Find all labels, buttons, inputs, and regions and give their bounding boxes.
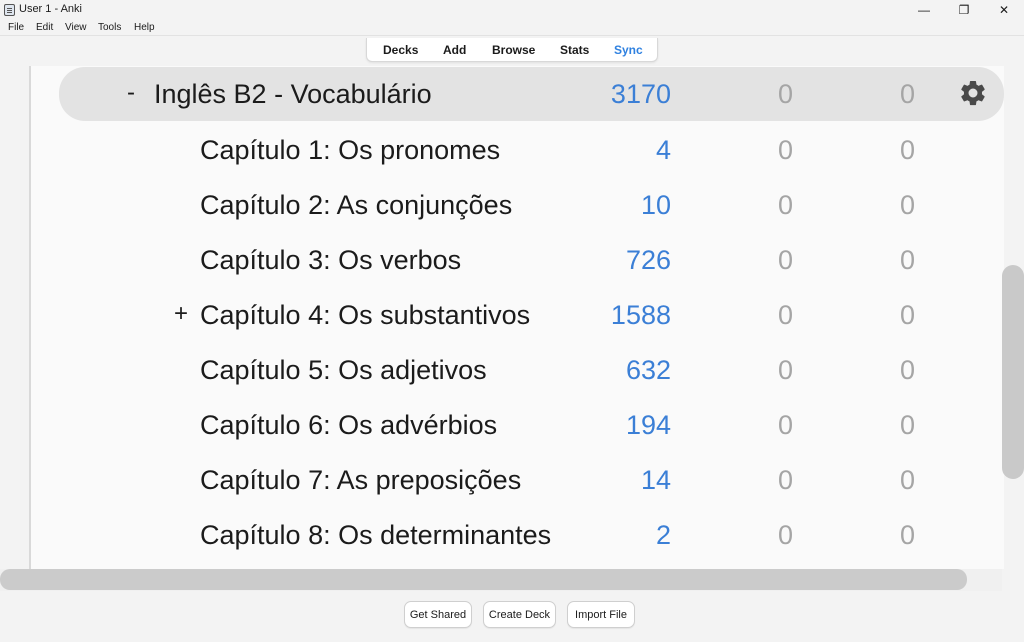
menu-bar: File Edit View Tools Help [0,20,1024,36]
anki-app-icon [4,4,15,16]
deck-name[interactable]: Inglês B2 - Vocabulário [154,79,432,110]
expand-toggle[interactable]: + [174,300,188,328]
deck-due-count: 0 [899,355,915,385]
deck-name[interactable]: Capítulo 8: Os determinantes [200,520,551,551]
window-title: User 1 - Anki [19,3,82,15]
gear-icon[interactable] [958,78,988,108]
collapse-toggle[interactable]: - [127,79,135,107]
create-deck-button[interactable]: Create Deck [483,601,556,628]
deck-learn-count: 0 [777,300,793,330]
deck-row[interactable]: Capítulo 1: Os pronomes 4 0 0 [31,123,1004,178]
deck-due-count: 0 [899,300,915,330]
deck-name[interactable]: Capítulo 1: Os pronomes [200,135,500,166]
deck-due-count: 0 [899,465,915,495]
deck-learn-count: 0 [777,245,793,275]
deck-name[interactable]: Capítulo 5: Os adjetivos [200,355,487,386]
deck-row[interactable]: Capítulo 5: Os adjetivos 632 0 0 [31,343,1004,398]
deck-row[interactable]: Capítulo 8: Os determinantes 2 0 0 [31,508,1004,563]
deck-due-count: 0 [899,190,915,220]
restore-button[interactable]: ❐ [944,0,984,20]
menu-file[interactable]: File [8,22,24,33]
deck-new-count: 194 [625,410,671,440]
deck-row-parent[interactable]: - Inglês B2 - Vocabulário 3170 0 0 [59,67,1004,121]
toolbar-decks[interactable]: Decks [383,43,418,57]
deck-list: - Inglês B2 - Vocabulário 3170 0 0 Capít… [29,66,1004,569]
deck-learn-count: 0 [777,135,793,165]
deck-new-count: 726 [625,245,671,275]
toolbar-sync[interactable]: Sync [614,43,643,57]
deck-new-count: 632 [625,355,671,385]
deck-learn-count: 0 [777,190,793,220]
deck-row[interactable]: + Capítulo 4: Os substantivos 1588 0 0 [31,288,1004,343]
deck-name[interactable]: Capítulo 6: Os advérbios [200,410,497,441]
close-button[interactable]: ✕ [984,0,1024,20]
deck-row[interactable]: Capítulo 3: Os verbos 726 0 0 [31,233,1004,288]
minimize-button[interactable]: — [904,0,944,20]
deck-name[interactable]: Capítulo 2: As conjunções [200,190,512,221]
title-bar: User 1 - Anki — ❐ ✕ [0,0,1024,20]
deck-new-count: 1588 [610,300,671,330]
deck-due-count: 0 [899,520,915,550]
deck-learn-count: 0 [777,465,793,495]
deck-new-count: 10 [640,190,671,220]
deck-row[interactable]: Capítulo 6: Os advérbios 194 0 0 [31,398,1004,453]
deck-due-count: 0 [899,245,915,275]
deck-new-count: 14 [640,465,671,495]
deck-row[interactable]: Capítulo 2: As conjunções 10 0 0 [31,178,1004,233]
deck-new-count: 3170 [610,79,671,109]
vertical-scrollbar[interactable] [1002,265,1024,479]
deck-due-count: 0 [899,410,915,440]
deck-learn-count: 0 [777,355,793,385]
main-toolbar: Decks Add Browse Stats Sync [366,38,658,62]
import-file-button[interactable]: Import File [567,601,635,628]
deck-due-count: 0 [899,135,915,165]
deck-name[interactable]: Capítulo 3: Os verbos [200,245,461,276]
menu-view[interactable]: View [65,22,87,33]
toolbar-browse[interactable]: Browse [492,43,535,57]
deck-due-count: 0 [899,79,915,109]
get-shared-button[interactable]: Get Shared [404,601,472,628]
deck-new-count: 4 [655,135,671,165]
deck-learn-count: 0 [777,79,793,109]
deck-name[interactable]: Capítulo 7: As preposições [200,465,521,496]
horizontal-scrollbar[interactable] [0,569,967,590]
menu-tools[interactable]: Tools [98,22,121,33]
toolbar-add[interactable]: Add [443,43,466,57]
menu-edit[interactable]: Edit [36,22,53,33]
deck-learn-count: 0 [777,520,793,550]
deck-learn-count: 0 [777,410,793,440]
deck-row[interactable]: Capítulo 7: As preposições 14 0 0 [31,453,1004,508]
toolbar-stats[interactable]: Stats [560,43,589,57]
menu-help[interactable]: Help [134,22,155,33]
deck-new-count: 2 [655,520,671,550]
deck-name[interactable]: Capítulo 4: Os substantivos [200,300,530,331]
